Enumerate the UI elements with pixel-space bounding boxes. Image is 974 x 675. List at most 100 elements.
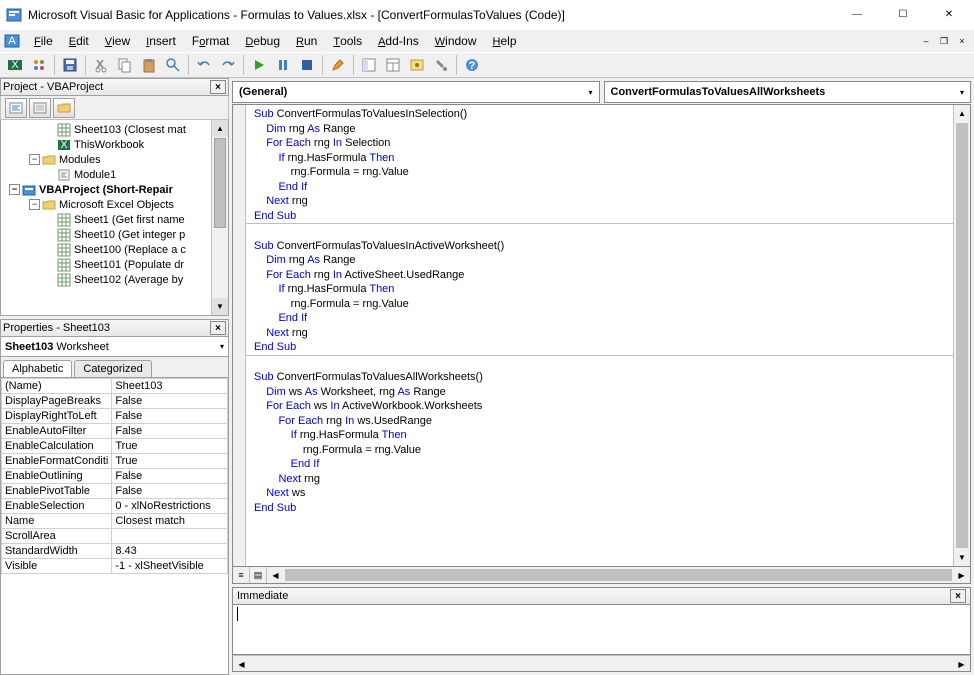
tree-toggle-icon[interactable]: − (29, 154, 40, 165)
tree-item[interactable]: Sheet100 (Replace a c (1, 242, 228, 257)
scroll-up-icon[interactable]: ▲ (954, 105, 970, 122)
scroll-down-icon[interactable]: ▼ (212, 298, 228, 315)
project-panel-close-button[interactable]: × (210, 80, 226, 94)
code-hscrollbar[interactable]: ◀ ▶ (267, 567, 970, 583)
property-value[interactable]: False (112, 424, 228, 439)
property-row[interactable]: EnableFormatConditiTrue (2, 454, 228, 469)
project-explorer-button[interactable] (358, 54, 380, 76)
property-value[interactable]: -1 - xlSheetVisible (112, 559, 228, 574)
property-row[interactable]: EnableCalculationTrue (2, 439, 228, 454)
full-module-view-button[interactable]: ▤ (250, 567, 267, 583)
tree-item[interactable]: Sheet103 (Closest mat (1, 122, 228, 137)
properties-panel-close-button[interactable]: × (210, 321, 226, 335)
view-code-button[interactable] (5, 98, 27, 118)
code-body[interactable]: Sub ConvertFormulasToValuesInSelection()… (246, 105, 953, 566)
mdi-restore-button[interactable]: ❐ (936, 34, 952, 48)
immediate-hscrollbar[interactable]: ◀ ▶ (232, 655, 971, 672)
mdi-minimize-button[interactable]: – (918, 34, 934, 48)
properties-grid[interactable]: (Name)Sheet103DisplayPageBreaksFalseDisp… (0, 377, 229, 675)
scroll-left-icon[interactable]: ◀ (233, 656, 250, 673)
tree-scrollbar[interactable]: ▲ ▼ (211, 120, 228, 315)
copy-button[interactable] (114, 54, 136, 76)
tree-item[interactable]: −Modules (1, 152, 228, 167)
tree-item[interactable]: Sheet102 (Average by (1, 272, 228, 287)
help-button[interactable]: ? (461, 54, 483, 76)
procedure-view-button[interactable]: ≡ (233, 567, 250, 583)
menu-insert[interactable]: Insert (138, 32, 184, 50)
property-row[interactable]: ScrollArea (2, 529, 228, 544)
immediate-close-button[interactable]: × (950, 589, 966, 603)
scroll-thumb[interactable] (285, 569, 952, 581)
tree-item[interactable]: Module1 (1, 167, 228, 182)
tree-toggle-icon[interactable]: − (29, 199, 40, 210)
property-row[interactable]: DisplayPageBreaksFalse (2, 394, 228, 409)
property-row[interactable]: Visible-1 - xlSheetVisible (2, 559, 228, 574)
properties-window-button[interactable] (382, 54, 404, 76)
design-mode-button[interactable] (327, 54, 349, 76)
menu-format[interactable]: Format (184, 32, 237, 50)
code-editor[interactable]: Sub ConvertFormulasToValuesInSelection()… (232, 104, 971, 567)
menu-tools[interactable]: Tools (325, 32, 370, 50)
code-vscrollbar[interactable]: ▲ ▼ (953, 105, 970, 566)
immediate-input[interactable] (232, 605, 971, 655)
property-value[interactable]: 8.43 (112, 544, 228, 559)
scroll-left-icon[interactable]: ◀ (267, 567, 284, 584)
property-value[interactable]: True (112, 454, 228, 469)
property-value[interactable]: True (112, 439, 228, 454)
minimize-button[interactable]: — (834, 0, 880, 30)
scroll-right-icon[interactable]: ▶ (953, 656, 970, 673)
toolbox-button[interactable] (430, 54, 452, 76)
tree-item[interactable]: −VBAProject (Short-Repair (1, 182, 228, 197)
procedure-dropdown[interactable]: ConvertFormulasToValuesAllWorksheets ▾ (604, 81, 972, 103)
menu-addins[interactable]: Add-Ins (370, 32, 427, 50)
scroll-down-icon[interactable]: ▼ (954, 549, 970, 566)
menu-debug[interactable]: Debug (237, 32, 288, 50)
scroll-up-icon[interactable]: ▲ (212, 120, 228, 137)
menu-window[interactable]: Window (427, 32, 485, 50)
properties-object-selector[interactable]: Sheet103 Worksheet ▾ (0, 337, 229, 357)
tree-item[interactable]: Sheet1 (Get first name (1, 212, 228, 227)
property-row[interactable]: EnableAutoFilterFalse (2, 424, 228, 439)
scroll-right-icon[interactable]: ▶ (953, 567, 970, 584)
save-button[interactable] (59, 54, 81, 76)
object-browser-button[interactable] (406, 54, 428, 76)
menu-view[interactable]: View (97, 32, 138, 50)
toggle-folders-button[interactable] (53, 98, 75, 118)
run-button[interactable] (248, 54, 270, 76)
tab-alphabetic[interactable]: Alphabetic (3, 360, 72, 377)
menu-edit[interactable]: Edit (61, 32, 97, 50)
menu-help[interactable]: Help (485, 32, 525, 50)
menu-file[interactable]: File (26, 32, 61, 50)
property-row[interactable]: EnableOutliningFalse (2, 469, 228, 484)
property-value[interactable]: Closest match (112, 514, 228, 529)
redo-button[interactable] (217, 54, 239, 76)
object-dropdown[interactable]: (General) ▾ (232, 81, 600, 103)
insert-dropdown-button[interactable] (28, 54, 50, 76)
property-value[interactable]: False (112, 469, 228, 484)
tree-toggle-icon[interactable]: − (9, 184, 20, 195)
maximize-button[interactable]: ☐ (880, 0, 926, 30)
find-button[interactable] (162, 54, 184, 76)
scroll-thumb[interactable] (956, 123, 968, 548)
property-row[interactable]: EnablePivotTableFalse (2, 484, 228, 499)
property-row[interactable]: NameClosest match (2, 514, 228, 529)
mdi-close-button[interactable]: × (954, 34, 970, 48)
break-button[interactable] (272, 54, 294, 76)
tree-item[interactable]: −Microsoft Excel Objects (1, 197, 228, 212)
property-row[interactable]: EnableSelection0 - xlNoRestrictions (2, 499, 228, 514)
reset-button[interactable] (296, 54, 318, 76)
paste-button[interactable] (138, 54, 160, 76)
property-value[interactable]: Sheet103 (112, 379, 228, 394)
menu-run[interactable]: Run (288, 32, 325, 50)
property-value[interactable]: False (112, 394, 228, 409)
tab-categorized[interactable]: Categorized (74, 360, 151, 377)
project-tree[interactable]: Sheet103 (Closest matXThisWorkbook−Modul… (0, 120, 229, 316)
property-row[interactable]: DisplayRightToLeftFalse (2, 409, 228, 424)
undo-button[interactable] (193, 54, 215, 76)
property-row[interactable]: (Name)Sheet103 (2, 379, 228, 394)
property-row[interactable]: StandardWidth8.43 (2, 544, 228, 559)
property-value[interactable] (112, 529, 228, 544)
property-value[interactable]: False (112, 484, 228, 499)
property-value[interactable]: 0 - xlNoRestrictions (112, 499, 228, 514)
view-object-button[interactable] (29, 98, 51, 118)
